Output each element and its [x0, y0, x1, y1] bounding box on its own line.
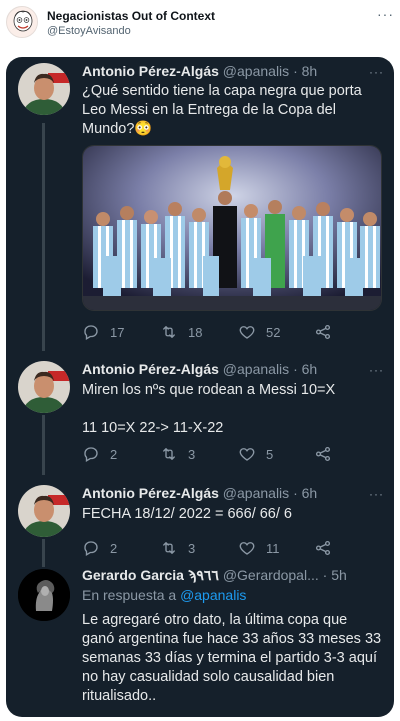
thread-line [42, 415, 45, 475]
more-icon[interactable]: ··· [369, 65, 384, 79]
timestamp[interactable]: 6h [302, 485, 318, 501]
like-icon [239, 326, 255, 339]
account-header: Negacionistas Out of Context @EstoyAvisa… [0, 0, 400, 48]
tweet-text: FECHA 18/12/ 2022 = 666/ 66/ 6 [82, 506, 292, 522]
avatar[interactable] [18, 63, 70, 115]
separator: · [293, 361, 298, 377]
account-name[interactable]: Negacionistas Out of Context [47, 9, 215, 23]
retweet-count: 18 [188, 324, 203, 340]
reply-button[interactable]: 2 [82, 539, 117, 557]
reply-count: 2 [110, 540, 118, 556]
like-count: 52 [266, 324, 281, 340]
like-icon [239, 542, 255, 555]
like-count: 5 [266, 446, 274, 462]
tweet: Antonio Pérez-Algás @apanalis · 6h ··· F… [6, 477, 394, 569]
share-button[interactable] [314, 445, 332, 463]
retweet-icon [163, 542, 175, 554]
share-icon [315, 446, 331, 462]
tweet: Antonio Pérez-Algás @apanalis · 6h ··· M… [6, 353, 394, 477]
author-name[interactable]: Antonio Pérez-Algás [82, 361, 219, 377]
reply-count: 17 [110, 324, 125, 340]
separator: · [322, 567, 328, 583]
timestamp[interactable]: 6h [302, 361, 318, 377]
reply-button[interactable]: 17 [82, 323, 124, 341]
retweet-icon [163, 448, 175, 460]
account-avatar[interactable] [6, 6, 38, 38]
tweet-text: ¿Qué sentido tiene la capa negra que por… [82, 83, 362, 137]
share-icon [315, 324, 331, 340]
author-line[interactable]: Antonio Pérez-Algás @apanalis · 8h [82, 63, 317, 79]
author-line[interactable]: Antonio Pérez-Algás @apanalis · 6h [82, 485, 317, 501]
retweet-count: 3 [188, 446, 196, 462]
avatar[interactable] [18, 485, 70, 537]
author-handle[interactable]: @Gerardopal... [223, 567, 319, 583]
thread-line [42, 539, 45, 567]
author-handle[interactable]: @apanalis [223, 361, 289, 377]
tweet-actions: 2 3 5 [82, 445, 362, 465]
tweet: Antonio Pérez-Algás @apanalis · 8h ··· ¿… [6, 57, 394, 353]
tweet-actions: 17 18 52 [82, 323, 362, 343]
like-button[interactable]: 5 [238, 445, 273, 463]
like-icon [239, 448, 255, 461]
reply-mention-link[interactable]: @apanalis [180, 587, 246, 603]
tweet-photo[interactable] [82, 145, 382, 311]
more-icon[interactable]: ··· [377, 6, 394, 22]
avatar[interactable] [18, 569, 70, 621]
author-name[interactable]: Antonio Pérez-Algás [82, 63, 219, 79]
reply-icon [84, 447, 98, 462]
account-handle[interactable]: @EstoyAvisando [47, 25, 131, 37]
like-count: 11 [266, 540, 280, 556]
like-button[interactable]: 11 [238, 539, 280, 557]
share-button[interactable] [314, 323, 332, 341]
tweet-text: Miren los nºs que rodean a Messi 10=X 11… [82, 382, 336, 436]
reply-icon [84, 541, 98, 556]
more-icon[interactable]: ··· [369, 363, 384, 377]
author-line[interactable]: Gerardo Garcia ϡ٩٦٦ @Gerardopal... · 5h [82, 567, 347, 584]
reply-icon [84, 325, 98, 340]
reply-count: 2 [110, 446, 118, 462]
tweet-text: Le agregaré otro dato, la última copa qu… [82, 612, 382, 704]
share-button[interactable] [314, 539, 332, 557]
retweet-button[interactable]: 3 [160, 445, 195, 463]
author-name[interactable]: Antonio Pérez-Algás [82, 485, 219, 501]
timestamp[interactable]: 8h [302, 63, 318, 79]
reply-prefix: En respuesta a [82, 587, 177, 603]
like-button[interactable]: 52 [238, 323, 280, 341]
author-line[interactable]: Antonio Pérez-Algás @apanalis · 6h [82, 361, 317, 377]
thread-line [42, 123, 45, 351]
more-icon[interactable]: ··· [369, 487, 384, 501]
share-icon [315, 540, 331, 556]
tweet-actions: 2 3 11 [82, 539, 362, 559]
reply-button[interactable]: 2 [82, 445, 117, 463]
separator: · [293, 63, 298, 79]
retweet-button[interactable]: 18 [160, 323, 202, 341]
author-handle[interactable]: @apanalis [223, 63, 289, 79]
retweet-icon [163, 326, 175, 338]
avatar[interactable] [18, 361, 70, 413]
separator: · [293, 485, 298, 501]
author-name[interactable]: Gerardo Garcia ϡ٩٦٦ [82, 567, 219, 583]
retweet-count: 3 [188, 540, 196, 556]
tweet-thread-screenshot: Antonio Pérez-Algás @apanalis · 8h ··· ¿… [6, 57, 394, 717]
reply-context: En respuesta a @apanalis [82, 587, 246, 603]
retweet-button[interactable]: 3 [160, 539, 195, 557]
tweet: Gerardo Garcia ϡ٩٦٦ @Gerardopal... · 5h … [6, 567, 394, 717]
timestamp[interactable]: 5h [331, 567, 347, 583]
author-handle[interactable]: @apanalis [223, 485, 289, 501]
